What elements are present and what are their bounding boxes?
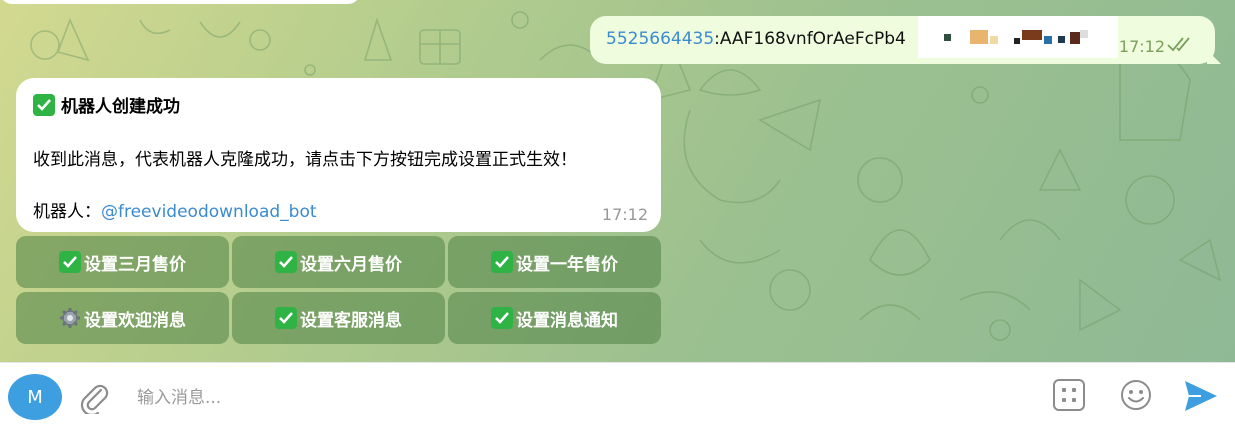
set-3-month-price-button[interactable]: 设置三月售价	[16, 236, 229, 288]
check-mark-icon	[491, 251, 513, 273]
redacted-mosaic	[918, 16, 1118, 58]
user-id-link[interactable]: 5525664435	[606, 29, 714, 49]
check-mark-icon	[275, 251, 297, 273]
set-6-month-price-button[interactable]: 设置六月售价	[232, 236, 445, 288]
button-label: 设置欢迎消息	[84, 310, 186, 331]
button-label: 设置客服消息	[300, 310, 402, 331]
message-input[interactable]	[135, 383, 999, 413]
check-mark-icon	[59, 251, 81, 273]
button-label: 设置消息通知	[516, 310, 618, 331]
gear-icon	[60, 308, 80, 328]
avatar[interactable]: M	[8, 374, 62, 420]
check-mark-icon	[275, 307, 297, 329]
message-body: 收到此消息，代表机器人克隆成功，请点击下方按钮完成设置正式生效！	[33, 150, 577, 170]
double-check-read-icon	[1167, 37, 1190, 52]
set-message-notification-button[interactable]: 设置消息通知	[448, 292, 661, 344]
attach-paperclip-icon[interactable]	[79, 380, 109, 414]
check-mark-icon	[491, 307, 513, 329]
outgoing-message-text: :AAF168vnfOrAeFcPb4	[714, 29, 906, 49]
set-1-year-price-button[interactable]: 设置一年售价	[448, 236, 661, 288]
bot-line: 机器人：@freevideodownload_bot	[33, 197, 317, 222]
message-title: 机器人创建成功	[33, 92, 180, 117]
button-label: 设置三月售价	[84, 254, 186, 275]
message-title-text: 机器人创建成功	[61, 97, 180, 117]
bot-keyboard-icon[interactable]	[1052, 378, 1086, 412]
outgoing-message-bubble[interactable]: 5525664435:AAF168vnfOrAeFcPb4 17:12	[590, 16, 1221, 64]
set-support-message-button[interactable]: 设置客服消息	[232, 292, 445, 344]
bot-label: 机器人：	[33, 202, 101, 222]
check-mark-icon	[33, 93, 55, 116]
emoji-icon[interactable]	[1119, 378, 1153, 412]
incoming-message-time: 17:12	[601, 205, 648, 224]
incoming-message-bubble[interactable]: 机器人创建成功 收到此消息，代表机器人克隆成功，请点击下方按钮完成设置正式生效！…	[16, 78, 661, 232]
bot-handle-link[interactable]: @freevideodownload_bot	[101, 202, 317, 222]
send-icon[interactable]	[1183, 379, 1219, 413]
set-welcome-message-button[interactable]: 设置欢迎消息	[16, 292, 229, 344]
message-input-bar: M	[0, 362, 1235, 431]
button-label: 设置一年售价	[516, 254, 618, 275]
chat-area: 5525664435:AAF168vnfOrAeFcPb4 17:12 机器人创…	[0, 0, 1235, 362]
button-label: 设置六月售价	[300, 254, 402, 275]
outgoing-message-time: 17:12	[1118, 37, 1165, 56]
previous-message-bubble-edge	[0, 0, 360, 4]
